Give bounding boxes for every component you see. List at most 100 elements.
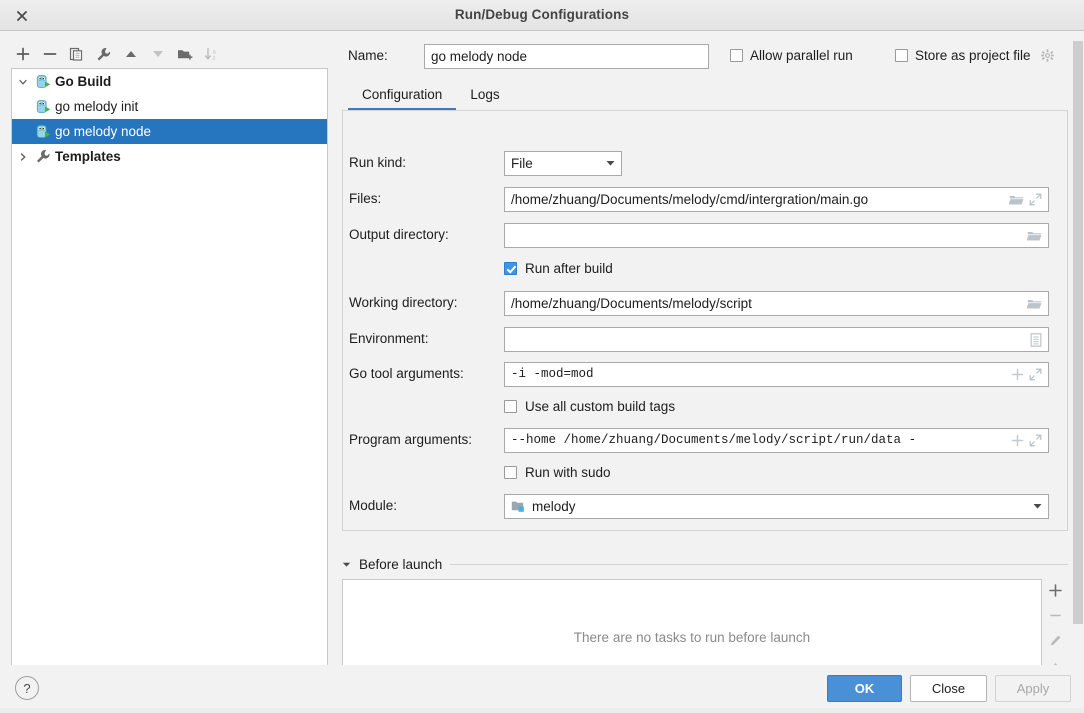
expand-glyph <box>1029 434 1042 447</box>
before-launch-remove-button[interactable] <box>1044 607 1066 623</box>
wrench-glyph <box>37 149 50 163</box>
go-tool-arguments-value: -i -mod=mod <box>511 367 594 381</box>
tree-item-label: Go Build <box>55 74 112 89</box>
program-arguments-label: Program arguments: <box>349 432 473 447</box>
run-kind-combo[interactable]: File <box>504 151 622 176</box>
expand-icon[interactable] <box>1029 193 1042 206</box>
before-launch-header[interactable]: Before launch <box>342 553 1068 575</box>
minus-icon <box>1049 614 1061 616</box>
output-directory-field[interactable] <box>504 223 1049 248</box>
folder-icon[interactable] <box>1009 194 1024 206</box>
store-as-project-file-label: Store as project file <box>915 48 1031 63</box>
allow-parallel-run-checkbox[interactable]: Allow parallel run <box>730 48 853 63</box>
checkbox-box <box>504 262 517 275</box>
tree-item-go-melody-node[interactable]: go melody node <box>12 119 327 144</box>
plus-icon <box>16 47 29 61</box>
environment-field-icons <box>1030 332 1048 347</box>
remove-configuration-button[interactable] <box>37 42 62 66</box>
move-down-button[interactable] <box>145 42 170 66</box>
module-row: Module: melody <box>343 494 1063 519</box>
store-as-project-file-checkbox[interactable]: Store as project file <box>895 48 1054 63</box>
files-field[interactable]: /home/zhuang/Documents/melody/cmd/interg… <box>504 187 1049 212</box>
editor-vertical-scrollbar[interactable] <box>1071 31 1084 665</box>
window-titlebar: Run/Debug Configurations <box>0 0 1084 31</box>
pencil-icon <box>1050 635 1060 645</box>
copy-configuration-button[interactable] <box>64 42 89 66</box>
tree-toolbar: a z <box>10 41 320 67</box>
run-kind-value: File <box>511 156 533 171</box>
go-tool-arguments-row: Go tool arguments: -i -mod=mod <box>343 362 1063 387</box>
module-combo[interactable]: melody <box>504 494 1049 519</box>
gear-icon[interactable] <box>1040 49 1054 62</box>
expand-glyph <box>1029 193 1042 206</box>
module-label: Module: <box>349 498 398 513</box>
sort-alpha-icon: a z <box>204 47 216 61</box>
go-run-icon <box>34 123 52 140</box>
gear-glyph <box>1040 49 1054 62</box>
use-all-custom-build-tags-checkbox[interactable]: Use all custom build tags <box>504 399 675 414</box>
list-glyph <box>1030 332 1042 347</box>
program-arguments-field[interactable]: --home /home/zhuang/Documents/melody/scr… <box>504 428 1049 453</box>
environment-field[interactable] <box>504 327 1049 352</box>
go-tool-arguments-field[interactable]: -i -mod=mod <box>504 362 1049 387</box>
run-after-build-checkbox[interactable]: Run after build <box>504 261 613 276</box>
program-arguments-row: Program arguments: --home /home/zhuang/D… <box>343 428 1063 453</box>
tab-configuration[interactable]: Configuration <box>348 87 457 111</box>
configuration-editor-panel: Name: Allow parallel run Store as projec… <box>330 31 1084 696</box>
chevron-down-icon[interactable] <box>12 77 34 87</box>
arrow-down-icon <box>152 51 163 57</box>
sort-configurations-button[interactable]: a z <box>199 42 224 66</box>
before-launch-add-button[interactable] <box>1044 582 1066 598</box>
create-folder-button[interactable] <box>172 42 197 66</box>
expand-icon[interactable] <box>1029 368 1042 381</box>
arrow-up-icon <box>125 51 136 57</box>
wrench-icon <box>34 148 52 165</box>
add-configuration-button[interactable] <box>10 42 35 66</box>
configurations-tree[interactable]: Go Build go melody init go melody node T… <box>11 68 328 696</box>
module-glyph <box>511 501 524 512</box>
close-button[interactable]: Close <box>910 675 987 702</box>
background-window-sliver <box>0 708 1084 713</box>
plus-icon[interactable] <box>1011 368 1024 381</box>
working-directory-field[interactable]: /home/zhuang/Documents/melody/script <box>504 291 1049 316</box>
tab-logs[interactable]: Logs <box>456 87 513 111</box>
tree-item-go-melody-init[interactable]: go melody init <box>12 94 327 119</box>
folder-glyph <box>1027 299 1042 308</box>
chevron-right-icon[interactable] <box>12 152 34 162</box>
run-with-sudo-checkbox[interactable]: Run with sudo <box>504 465 611 480</box>
scrollbar-thumb[interactable] <box>1073 41 1083 624</box>
files-label: Files: <box>349 191 382 206</box>
ok-button[interactable]: OK <box>827 675 902 702</box>
chevron-down-glyph <box>1033 504 1041 509</box>
list-icon[interactable] <box>1030 332 1042 347</box>
tree-item-go-build[interactable]: Go Build <box>12 69 327 94</box>
help-button[interactable]: ? <box>15 676 39 700</box>
minus-icon <box>43 53 56 55</box>
use-all-custom-build-tags-label: Use all custom build tags <box>525 399 676 414</box>
go-build-icon <box>34 73 52 90</box>
name-input[interactable] <box>424 44 709 69</box>
chevron-down-icon <box>599 160 621 167</box>
plus-icon[interactable] <box>1011 434 1024 447</box>
working-directory-field-icons <box>1027 298 1048 310</box>
before-launch-divider <box>450 563 1068 565</box>
apply-button[interactable]: Apply <box>995 675 1071 702</box>
folder-icon[interactable] <box>1027 298 1042 310</box>
before-launch-title: Before launch <box>359 556 443 572</box>
move-up-button[interactable] <box>118 42 143 66</box>
output-directory-label: Output directory: <box>349 227 449 242</box>
wrench-icon <box>97 47 111 60</box>
folder-icon[interactable] <box>1027 230 1042 242</box>
svg-text:a: a <box>212 49 216 55</box>
edit-templates-button[interactable] <box>91 42 116 66</box>
tree-item-templates[interactable]: Templates <box>12 144 327 169</box>
window-title: Run/Debug Configurations <box>454 7 630 22</box>
svg-text:z: z <box>212 55 215 61</box>
triangle-down-icon[interactable] <box>342 560 351 569</box>
working-directory-label: Working directory: <box>349 295 458 310</box>
expand-icon[interactable] <box>1029 434 1042 447</box>
before-launch-edit-button[interactable] <box>1044 632 1066 648</box>
chevron-right-glyph <box>20 152 26 161</box>
go-gopher-glyph <box>36 74 50 88</box>
go-run-icon <box>34 98 52 115</box>
